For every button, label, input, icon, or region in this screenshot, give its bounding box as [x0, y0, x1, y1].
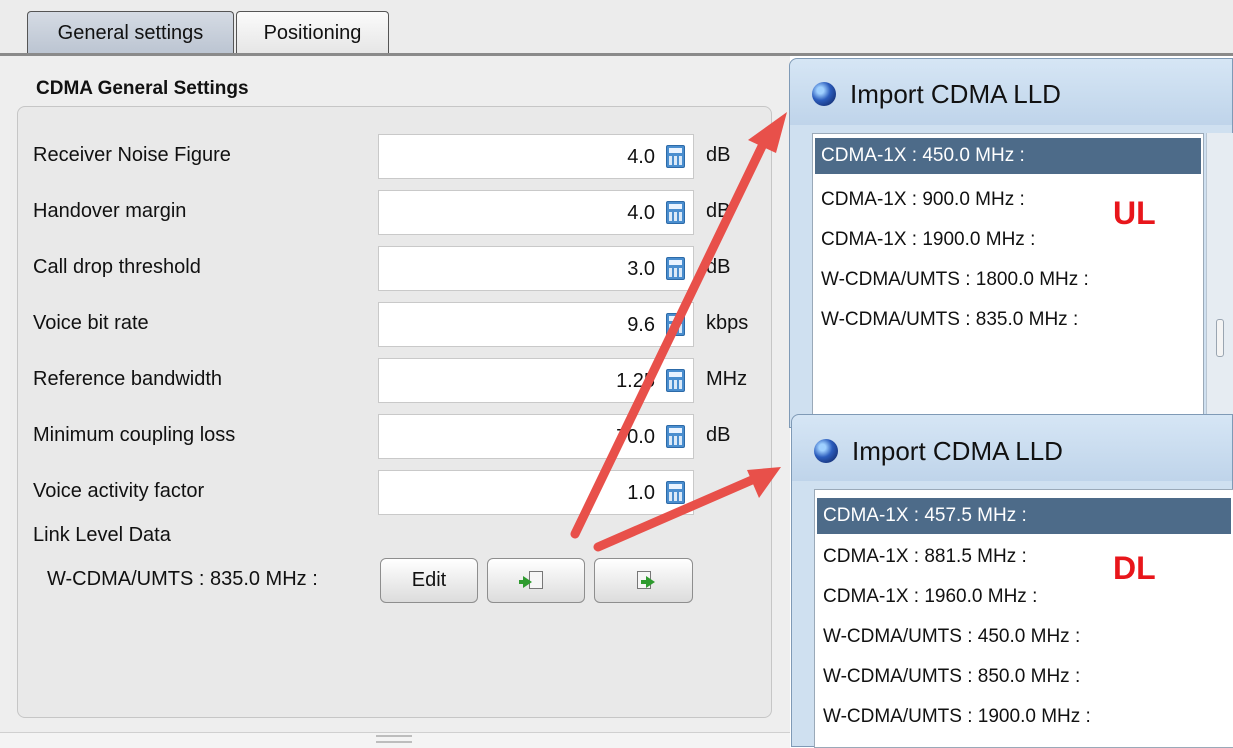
current-lld-name: W-CDMA/UMTS : 835.0 MHz :	[47, 568, 318, 590]
unit-minimum-coupling-loss: dB	[706, 424, 731, 446]
list-item[interactable]: W-CDMA/UMTS : 850.0 MHz :	[823, 666, 1080, 688]
list-item[interactable]: CDMA-1X : 900.0 MHz :	[821, 189, 1025, 211]
dialog-title: Import CDMA LLD	[850, 79, 1061, 109]
import-dialog-dl: Import CDMA LLD CDMA-1X : 457.5 MHz : CD…	[791, 414, 1233, 748]
reference-bandwidth-field[interactable]: 1.25	[378, 358, 694, 403]
calculator-icon[interactable]	[666, 425, 685, 448]
list-item[interactable]: W-CDMA/UMTS : 450.0 MHz :	[823, 626, 1080, 648]
tab-general-settings[interactable]: General settings	[27, 11, 234, 53]
voice-bit-rate-value: 9.6	[627, 314, 655, 336]
receiver-noise-figure-value: 4.0	[627, 146, 655, 168]
label-handover-margin: Handover margin	[33, 200, 187, 222]
call-drop-threshold-value: 3.0	[627, 258, 655, 280]
label-call-drop-threshold: Call drop threshold	[33, 256, 201, 278]
receiver-noise-figure-field[interactable]: 4.0	[378, 134, 694, 179]
export-icon	[635, 570, 655, 591]
calculator-icon[interactable]	[666, 481, 685, 504]
voice-bit-rate-field[interactable]: 9.6	[378, 302, 694, 347]
voice-activity-factor-value: 1.0	[627, 482, 655, 504]
minimum-coupling-loss-field[interactable]: 70.0	[378, 414, 694, 459]
voice-activity-factor-field[interactable]: 1.0	[378, 470, 694, 515]
label-voice-bit-rate: Voice bit rate	[33, 312, 149, 334]
globe-icon	[814, 439, 838, 463]
handover-margin-value: 4.0	[627, 202, 655, 224]
ul-label: UL	[1113, 195, 1156, 231]
dialog-title: Import CDMA LLD	[852, 436, 1063, 466]
calculator-icon[interactable]	[666, 313, 685, 336]
calculator-icon[interactable]	[666, 257, 685, 280]
label-minimum-coupling-loss: Minimum coupling loss	[33, 424, 236, 446]
edit-button[interactable]: Edit	[380, 558, 478, 603]
calculator-icon[interactable]	[666, 201, 685, 224]
list-item[interactable]: CDMA-1X : 1960.0 MHz :	[823, 586, 1037, 608]
lld-list-dl[interactable]: CDMA-1X : 457.5 MHz : CDMA-1X : 881.5 MH…	[814, 489, 1233, 748]
tab-positioning[interactable]: Positioning	[236, 11, 389, 53]
unit-receiver-noise-figure: dB	[706, 144, 731, 166]
export-lld-button[interactable]	[594, 558, 693, 603]
reference-bandwidth-value: 1.25	[616, 370, 655, 392]
list-item[interactable]: CDMA-1X : 881.5 MHz :	[823, 546, 1027, 568]
general-settings-panel: CDMA General Settings Receiver Noise Fig…	[0, 56, 790, 747]
list-item[interactable]: W-CDMA/UMTS : 1800.0 MHz :	[821, 269, 1089, 291]
globe-icon	[812, 82, 836, 106]
minimum-coupling-loss-value: 70.0	[616, 426, 655, 448]
list-item[interactable]: CDMA-1X : 457.5 MHz :	[817, 498, 1231, 534]
dialog-title-bar: Import CDMA LLD	[790, 59, 1232, 125]
calculator-icon[interactable]	[666, 145, 685, 168]
tab-bar: General settings Positioning	[0, 0, 1233, 56]
list-item[interactable]: CDMA-1X : 450.0 MHz :	[815, 138, 1201, 174]
scrollbar[interactable]	[1206, 133, 1233, 429]
scrollbar-thumb[interactable]	[1216, 319, 1224, 357]
import-lld-button[interactable]	[487, 558, 585, 603]
unit-voice-bit-rate: kbps	[706, 312, 749, 334]
list-item[interactable]: W-CDMA/UMTS : 1900.0 MHz :	[823, 706, 1091, 728]
link-level-data-heading: Link Level Data	[33, 524, 171, 546]
import-icon	[519, 570, 545, 591]
list-item[interactable]: CDMA-1X : 1900.0 MHz :	[821, 229, 1035, 251]
call-drop-threshold-field[interactable]: 3.0	[378, 246, 694, 291]
label-reference-bandwidth: Reference bandwidth	[33, 368, 223, 390]
list-item[interactable]: W-CDMA/UMTS : 835.0 MHz :	[821, 309, 1078, 331]
lld-list-ul[interactable]: CDMA-1X : 450.0 MHz : CDMA-1X : 900.0 MH…	[812, 133, 1204, 433]
unit-call-drop-threshold: dB	[706, 256, 731, 278]
dialog-title-bar: Import CDMA LLD	[792, 415, 1232, 481]
calculator-icon[interactable]	[666, 369, 685, 392]
label-receiver-noise-figure: Receiver Noise Figure	[33, 144, 231, 166]
handover-margin-field[interactable]: 4.0	[378, 190, 694, 235]
dl-label: DL	[1113, 550, 1156, 586]
panel-title: CDMA General Settings	[36, 78, 249, 99]
unit-reference-bandwidth: MHz	[706, 368, 748, 390]
label-voice-activity-factor: Voice activity factor	[33, 480, 205, 502]
unit-handover-margin: dB	[706, 200, 731, 222]
import-dialog-ul: Import CDMA LLD CDMA-1X : 450.0 MHz : CD…	[789, 58, 1233, 433]
resize-grip-icon[interactable]	[376, 735, 412, 743]
